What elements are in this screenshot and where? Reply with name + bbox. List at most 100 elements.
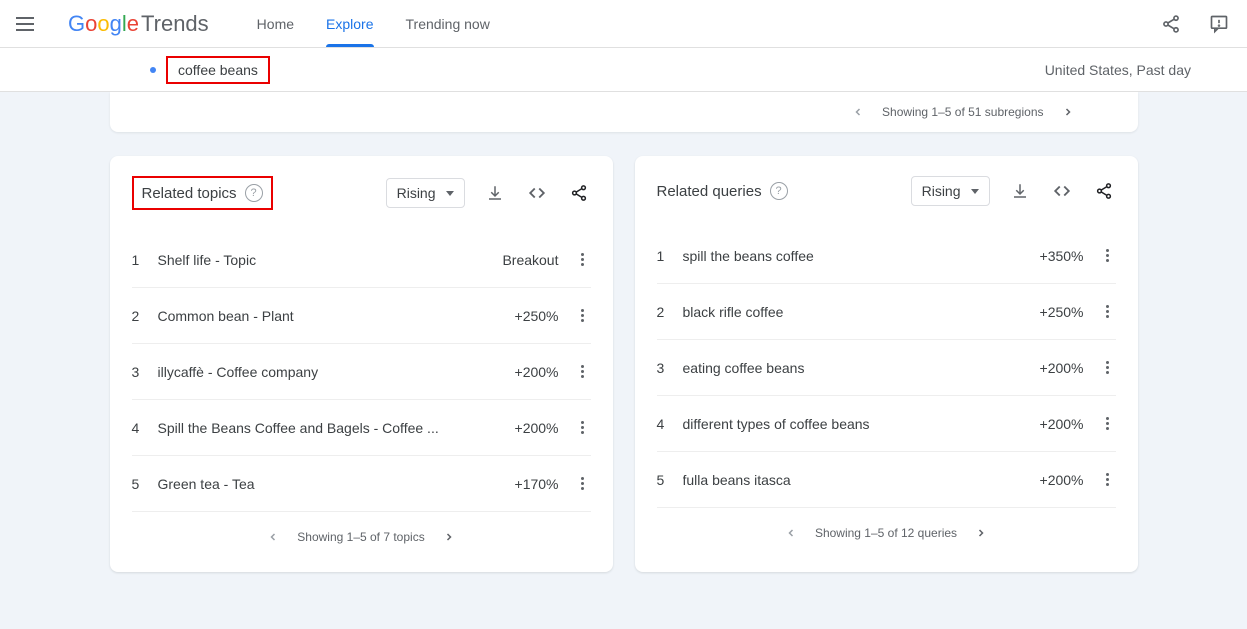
- metric: +200%: [515, 364, 559, 380]
- more-icon[interactable]: [1100, 249, 1116, 262]
- nav-trending-now[interactable]: Trending now: [406, 0, 490, 47]
- chevron-left-icon[interactable]: [852, 106, 864, 118]
- nav-explore[interactable]: Explore: [326, 0, 373, 47]
- topic-label[interactable]: Spill the Beans Coffee and Bagels - Coff…: [158, 420, 499, 436]
- related-topics-card: Related topics ? Rising 1: [110, 156, 613, 572]
- share-icon[interactable]: [1092, 179, 1116, 203]
- query-label[interactable]: spill the beans coffee: [683, 248, 1024, 264]
- rank: 3: [132, 364, 142, 380]
- rank: 5: [657, 472, 667, 488]
- list-item[interactable]: 5 fulla beans itasca +200%: [657, 452, 1116, 508]
- rank: 1: [657, 248, 667, 264]
- dropdown-label: Rising: [397, 185, 436, 201]
- chevron-right-icon[interactable]: [1062, 106, 1074, 118]
- more-icon[interactable]: [575, 421, 591, 434]
- chevron-down-icon: [446, 191, 454, 196]
- more-icon[interactable]: [1100, 361, 1116, 374]
- card-actions: Rising: [386, 178, 591, 208]
- metric: +200%: [1040, 472, 1084, 488]
- more-icon[interactable]: [1100, 305, 1116, 318]
- rank: 2: [657, 304, 667, 320]
- feedback-icon[interactable]: [1207, 12, 1231, 36]
- hamburger-icon[interactable]: [16, 12, 40, 36]
- search-term-bar: coffee beans United States, Past day: [0, 48, 1247, 92]
- term-color-dot: [150, 67, 156, 73]
- share-icon[interactable]: [1159, 12, 1183, 36]
- rank: 5: [132, 476, 142, 492]
- top-header: Google Trends Home Explore Trending now: [0, 0, 1247, 48]
- metric: +250%: [515, 308, 559, 324]
- metric: Breakout: [502, 252, 558, 268]
- card-pagination: Showing 1–5 of 12 queries: [657, 508, 1116, 558]
- download-icon[interactable]: [483, 181, 507, 205]
- metric: +200%: [1040, 416, 1084, 432]
- list-item[interactable]: 1 spill the beans coffee +350%: [657, 228, 1116, 284]
- top-nav: Home Explore Trending now: [257, 0, 490, 47]
- google-logo-text: Google: [68, 11, 139, 37]
- embed-icon[interactable]: [1050, 179, 1074, 203]
- list-item[interactable]: 2 black rifle coffee +250%: [657, 284, 1116, 340]
- help-icon[interactable]: ?: [770, 182, 788, 200]
- content-grid: Related topics ? Rising 1: [0, 132, 1247, 612]
- rank: 4: [657, 416, 667, 432]
- logo[interactable]: Google Trends: [68, 11, 209, 37]
- card-title-wrap: Related queries ?: [657, 182, 788, 200]
- topic-label[interactable]: Green tea - Tea: [158, 476, 499, 492]
- list-item[interactable]: 4 Spill the Beans Coffee and Bagels - Co…: [132, 400, 591, 456]
- rank: 2: [132, 308, 142, 324]
- list-item[interactable]: 3 eating coffee beans +200%: [657, 340, 1116, 396]
- chevron-left-icon[interactable]: [785, 527, 797, 539]
- related-queries-card: Related queries ? Rising 1: [635, 156, 1138, 572]
- search-term-text: coffee beans: [166, 56, 270, 84]
- card-header: Related queries ? Rising: [657, 176, 1116, 206]
- chevron-left-icon[interactable]: [267, 531, 279, 543]
- share-icon[interactable]: [567, 181, 591, 205]
- card-title: Related queries: [657, 183, 762, 200]
- list-item[interactable]: 4 different types of coffee beans +200%: [657, 396, 1116, 452]
- rank: 4: [132, 420, 142, 436]
- locale-range-text[interactable]: United States, Past day: [1045, 62, 1191, 78]
- rank: 1: [132, 252, 142, 268]
- embed-icon[interactable]: [525, 181, 549, 205]
- subregion-showing-text: Showing 1–5 of 51 subregions: [882, 105, 1043, 119]
- sort-dropdown[interactable]: Rising: [911, 176, 990, 206]
- query-label[interactable]: different types of coffee beans: [683, 416, 1024, 432]
- card-header: Related topics ? Rising: [132, 176, 591, 210]
- sort-dropdown[interactable]: Rising: [386, 178, 465, 208]
- pagination-text: Showing 1–5 of 12 queries: [815, 526, 957, 540]
- trends-logo-text: Trends: [141, 11, 209, 37]
- card-pagination: Showing 1–5 of 7 topics: [132, 512, 591, 562]
- chevron-down-icon: [971, 189, 979, 194]
- more-icon[interactable]: [575, 309, 591, 322]
- topic-label[interactable]: Shelf life - Topic: [158, 252, 487, 268]
- query-label[interactable]: eating coffee beans: [683, 360, 1024, 376]
- dropdown-label: Rising: [922, 183, 961, 199]
- more-icon[interactable]: [575, 477, 591, 490]
- search-term-chip[interactable]: coffee beans: [150, 56, 270, 84]
- metric: +350%: [1040, 248, 1084, 264]
- chevron-right-icon[interactable]: [443, 531, 455, 543]
- list-item[interactable]: 2 Common bean - Plant +250%: [132, 288, 591, 344]
- header-actions: [1159, 12, 1231, 36]
- card-actions: Rising: [911, 176, 1116, 206]
- list-item[interactable]: 1 Shelf life - Topic Breakout: [132, 232, 591, 288]
- topic-label[interactable]: Common bean - Plant: [158, 308, 499, 324]
- download-icon[interactable]: [1008, 179, 1032, 203]
- chevron-right-icon[interactable]: [975, 527, 987, 539]
- more-icon[interactable]: [1100, 417, 1116, 430]
- more-icon[interactable]: [1100, 473, 1116, 486]
- list-item[interactable]: 5 Green tea - Tea +170%: [132, 456, 591, 512]
- more-icon[interactable]: [575, 365, 591, 378]
- card-title: Related topics: [142, 185, 237, 202]
- metric: +250%: [1040, 304, 1084, 320]
- help-icon[interactable]: ?: [245, 184, 263, 202]
- subregion-pagination: Showing 1–5 of 51 subregions: [110, 92, 1138, 132]
- metric: +200%: [1040, 360, 1084, 376]
- nav-home[interactable]: Home: [257, 0, 294, 47]
- query-label[interactable]: black rifle coffee: [683, 304, 1024, 320]
- query-label[interactable]: fulla beans itasca: [683, 472, 1024, 488]
- list-item[interactable]: 3 illycaffè - Coffee company +200%: [132, 344, 591, 400]
- topic-label[interactable]: illycaffè - Coffee company: [158, 364, 499, 380]
- metric: +170%: [515, 476, 559, 492]
- more-icon[interactable]: [575, 253, 591, 266]
